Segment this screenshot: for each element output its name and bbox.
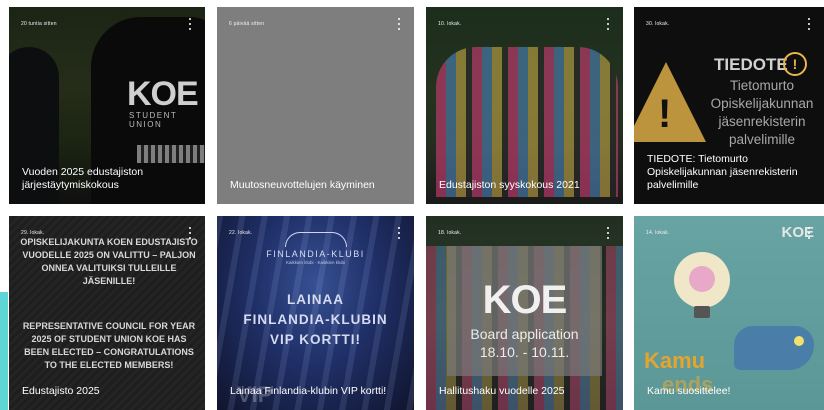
- card-date: 6 päivää sitten: [229, 21, 265, 27]
- koe-logo-text: KOE: [127, 75, 199, 113]
- alert-circle-icon: !: [783, 52, 807, 76]
- news-card[interactable]: KOE Kamu ends 14. lokak. Kamu suosittele…: [634, 216, 824, 410]
- exclamation-icon: !: [658, 92, 672, 136]
- card-title[interactable]: Vuoden 2025 edustajiston järjestäytymisk…: [22, 166, 195, 192]
- news-card[interactable]: KOE Board application 18.10. - 10.11. 18…: [426, 216, 623, 410]
- news-card[interactable]: ! TIEDOTE ! Tietomurto Opiskelijakunnan …: [634, 7, 824, 204]
- image-line-2: 18.10. - 10.11.: [479, 344, 570, 360]
- koe-logo-text: KOE: [482, 278, 568, 322]
- decorative-teal-strip: [0, 292, 8, 410]
- student-union-text: STUDENT UNION: [129, 111, 178, 129]
- image-finnish-text: OPISKELIJAKUNTA KOEN EDUSTAJISTO VUODELL…: [20, 237, 198, 286]
- card-title[interactable]: Edustajiston syyskokous 2021: [439, 179, 613, 192]
- image-body-text: Tietomurto Opiskelijakunnan jäsenrekiste…: [710, 78, 814, 147]
- card-title[interactable]: Edustajisto 2025: [22, 385, 195, 398]
- club-logo-arc: [284, 232, 347, 247]
- image-headline: LAINAA FINLANDIA-KLUBIN VIP KORTTI!: [217, 290, 414, 350]
- more-vertical-icon[interactable]: [394, 226, 404, 240]
- finlandia-klubi-logo: FINLANDIA-KLUBI Kaikkien klubi · Kaikkie…: [217, 232, 414, 265]
- card-date: 30. lokak.: [646, 21, 670, 27]
- card-date: 18. lokak.: [438, 230, 462, 236]
- news-card[interactable]: OPISKELIJAKUNTA KOEN EDUSTAJISTO VUODELL…: [9, 216, 205, 410]
- image-title: TIEDOTE: [714, 55, 788, 74]
- card-date: 14. lokak.: [646, 230, 670, 236]
- headline-line-1: LAINAA: [287, 292, 344, 307]
- card-title[interactable]: Hallitushaku vuodelle 2025: [439, 385, 613, 398]
- news-card[interactable]: 10. lokak. Edustajiston syyskokous 2021: [426, 7, 623, 204]
- card-date: 10. lokak.: [438, 21, 462, 27]
- lightbulb-base: [694, 306, 710, 318]
- koe-logo: KOE: [447, 278, 602, 323]
- news-card[interactable]: KOE STUDENT UNION 20 tuntia sitten Vuode…: [9, 7, 205, 204]
- more-vertical-icon[interactable]: [804, 226, 814, 240]
- headline-line-2: FINLANDIA-KLUBIN: [243, 312, 388, 327]
- image-english-text: REPRESENTATIVE COUNCIL FOR YEAR 2025 OF …: [22, 321, 196, 370]
- more-vertical-icon[interactable]: [185, 17, 195, 31]
- news-card[interactable]: FINLANDIA-KLUBI Kaikkien klubi · Kaikkie…: [217, 216, 414, 410]
- more-vertical-icon[interactable]: [185, 226, 195, 240]
- club-name: FINLANDIA-KLUBI: [266, 249, 365, 259]
- more-vertical-icon[interactable]: [394, 17, 404, 31]
- news-card[interactable]: 6 päivää sitten Muutosneuvottelujen käym…: [217, 7, 414, 204]
- card-title[interactable]: Muutosneuvottelujen käyminen: [230, 179, 404, 192]
- card-title[interactable]: Lainaa Finlandia-klubin VIP kortti!: [230, 385, 404, 398]
- chameleon-eye: [794, 336, 804, 346]
- image-group-photo: [436, 47, 618, 197]
- brain-icon: [689, 266, 715, 292]
- koe-logo: KOE: [127, 75, 199, 114]
- card-date: 22. lokak.: [229, 230, 253, 236]
- more-vertical-icon[interactable]: [603, 226, 613, 240]
- card-overlay: [217, 7, 414, 204]
- card-title[interactable]: TIEDOTE: Tietomurto Opiskelijakunnan jäs…: [647, 153, 814, 192]
- image-kamu-text: Kamu: [644, 348, 706, 373]
- image-patches: [137, 145, 205, 163]
- more-vertical-icon[interactable]: [804, 17, 814, 31]
- card-date: 20 tuntia sitten: [21, 21, 57, 27]
- chameleon-illustration: [734, 326, 814, 370]
- card-title[interactable]: Kamu suosittelee!: [647, 385, 814, 398]
- image-line-1: Board application: [470, 326, 579, 342]
- club-subtitle: Kaikkien klubi · Kaikkien klubi: [285, 260, 346, 265]
- headline-line-3: VIP KORTTI!: [269, 332, 361, 347]
- more-vertical-icon[interactable]: [603, 17, 613, 31]
- card-date: 29. lokak.: [21, 230, 45, 236]
